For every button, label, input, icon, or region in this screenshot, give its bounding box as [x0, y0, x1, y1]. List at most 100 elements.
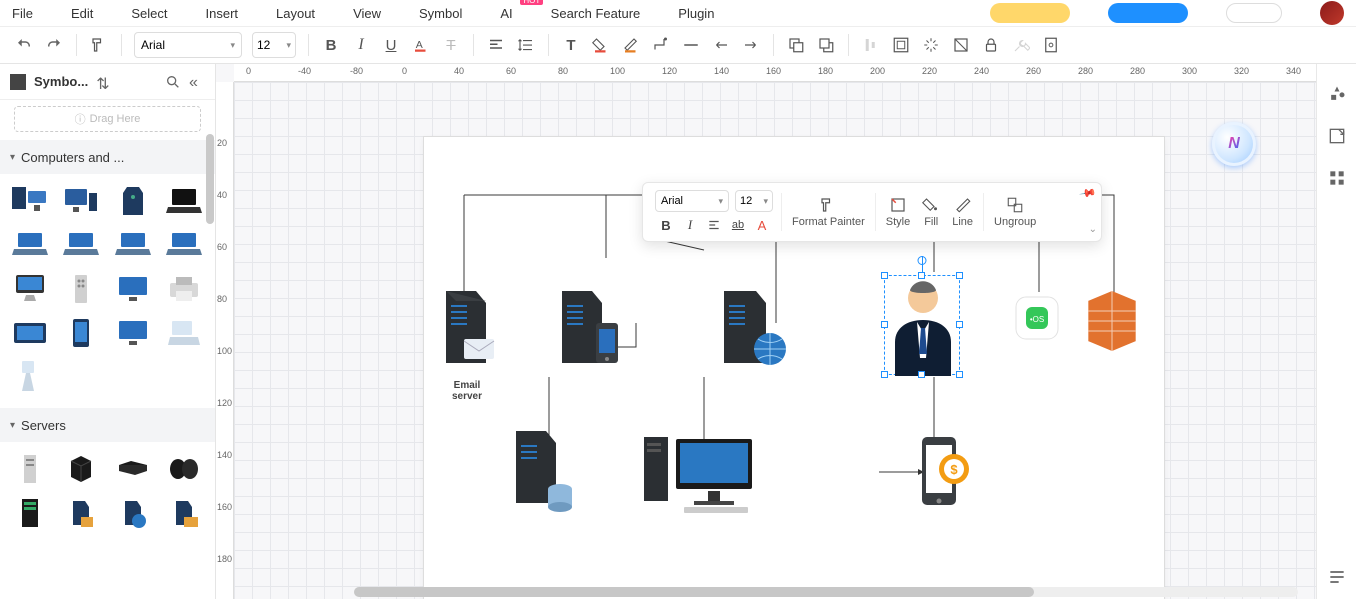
menu-file[interactable]: File [12, 6, 33, 21]
shape-monitor-2[interactable] [111, 314, 155, 352]
shape-workstation[interactable] [8, 182, 52, 220]
align-objects-icon[interactable] [861, 35, 881, 55]
menu-view[interactable]: View [353, 6, 381, 21]
text-tool-icon[interactable]: T [561, 35, 581, 55]
shape-tower[interactable] [111, 182, 155, 220]
arrow-end-icon[interactable] [741, 35, 761, 55]
extra-button[interactable] [1226, 3, 1282, 23]
arrow-start-icon[interactable] [711, 35, 731, 55]
sidebar-scrollbar[interactable] [206, 134, 214, 224]
menu-symbol[interactable]: Symbol [419, 6, 462, 21]
shape-laptop-2[interactable] [59, 226, 103, 264]
ctx-fill-icon[interactable] [922, 196, 940, 214]
apps-icon[interactable] [1327, 168, 1347, 188]
ctx-italic-icon[interactable]: I [681, 216, 699, 234]
category-servers[interactable]: ▾Servers [0, 408, 215, 442]
lock-icon[interactable] [981, 35, 1001, 55]
crop-icon[interactable] [951, 35, 971, 55]
page-setup-icon[interactable] [1041, 35, 1061, 55]
strike-icon[interactable]: T [441, 35, 461, 55]
node-email-server[interactable]: Email server [434, 287, 500, 402]
shape-printer[interactable] [162, 270, 206, 308]
line-spacing-icon[interactable] [516, 35, 536, 55]
node-businessman-selected[interactable] [884, 275, 960, 375]
shape-server-vr[interactable] [162, 450, 206, 488]
ctx-format-painter-icon[interactable] [819, 196, 837, 214]
expand-icon[interactable]: ⇅ [96, 74, 112, 90]
search-icon[interactable] [165, 74, 181, 90]
menu-search-feature[interactable]: Search Feature [551, 6, 641, 21]
shape-pos[interactable] [162, 314, 206, 352]
resize-handle-se[interactable] [956, 371, 963, 378]
share-button[interactable] [1108, 3, 1188, 23]
resize-handle-e[interactable] [956, 321, 963, 328]
resize-handle-s[interactable] [918, 371, 925, 378]
font-color-icon[interactable]: A [411, 35, 431, 55]
line-color-icon[interactable] [621, 35, 641, 55]
node-mobile-payment[interactable]: $ [914, 433, 970, 518]
underline-icon[interactable]: U [381, 35, 401, 55]
collapse-sidebar-icon[interactable]: « [189, 74, 205, 90]
send-back-icon[interactable] [816, 35, 836, 55]
shape-server-file[interactable] [59, 494, 103, 532]
export-icon[interactable] [1327, 126, 1347, 146]
redo-icon[interactable] [44, 35, 64, 55]
node-web-server[interactable] [714, 287, 790, 378]
shape-server-flat[interactable] [111, 450, 155, 488]
ctx-case-icon[interactable]: ab [729, 216, 747, 234]
shape-laptop-1[interactable] [8, 226, 52, 264]
font-family-select[interactable]: Arial▾ [134, 32, 242, 58]
fill-color-icon[interactable] [591, 35, 611, 55]
undo-icon[interactable] [14, 35, 34, 55]
category-computers[interactable]: ▾Computers and ... [0, 140, 215, 174]
shape-desktop[interactable] [59, 182, 103, 220]
shape-kiosk[interactable] [8, 358, 52, 396]
shape-monitor-1[interactable] [111, 270, 155, 308]
italic-icon[interactable]: I [351, 35, 371, 55]
ctx-align-icon[interactable] [705, 216, 723, 234]
user-avatar[interactable] [1320, 1, 1344, 25]
ctx-font-select[interactable]: Arial▾ [655, 190, 729, 212]
effects-icon[interactable] [921, 35, 941, 55]
menu-insert[interactable]: Insert [206, 6, 239, 21]
menu-ai[interactable]: AI [500, 6, 512, 21]
scrollbar-thumb[interactable] [354, 587, 1034, 597]
context-toolbar[interactable]: 📌 Arial▾ 12▾ B I ab A [642, 182, 1102, 242]
ctx-style-icon[interactable] [889, 196, 907, 214]
ctx-more-icon[interactable]: ⌄ [1089, 224, 1097, 235]
shape-server-web[interactable] [111, 494, 155, 532]
shape-laptop-4[interactable] [162, 226, 206, 264]
align-icon[interactable] [486, 35, 506, 55]
shape-server-tower[interactable] [8, 450, 52, 488]
theme-icon[interactable] [1327, 84, 1347, 104]
shape-imac[interactable] [8, 270, 52, 308]
ctx-line-icon[interactable] [954, 196, 972, 214]
drag-here-zone[interactable]: ⓘDrag Here [14, 106, 201, 132]
shape-server-rack[interactable] [8, 494, 52, 532]
resize-handle-w[interactable] [881, 321, 888, 328]
pin-icon[interactable]: 📌 [1079, 184, 1098, 203]
ctx-size-select[interactable]: 12▾ [735, 190, 773, 212]
font-size-select[interactable]: 12▾ [252, 32, 296, 58]
resize-handle-nw[interactable] [881, 272, 888, 279]
ctx-bold-icon[interactable]: B [657, 216, 675, 234]
shape-mac-pro[interactable] [59, 270, 103, 308]
menu-select[interactable]: Select [131, 6, 167, 21]
canvas[interactable]: 0-40-80040608010012014016018020022024026… [216, 64, 1316, 599]
node-app-box[interactable]: •OS [1014, 295, 1060, 346]
ai-assistant-badge[interactable]: N [1212, 122, 1256, 166]
tools-icon[interactable] [1011, 35, 1031, 55]
group-icon[interactable] [891, 35, 911, 55]
resize-handle-sw[interactable] [881, 371, 888, 378]
canvas-grid[interactable]: Email server [234, 82, 1316, 599]
node-firewall[interactable] [1084, 287, 1140, 358]
horizontal-scrollbar[interactable] [354, 587, 1298, 597]
node-db-server[interactable] [508, 427, 578, 522]
menu-plugin[interactable]: Plugin [678, 6, 714, 21]
ctx-font-color-icon[interactable]: A [753, 216, 771, 234]
menu-edit[interactable]: Edit [71, 6, 93, 21]
bold-icon[interactable]: B [321, 35, 341, 55]
menu-layout[interactable]: Layout [276, 6, 315, 21]
list-icon[interactable] [1327, 567, 1347, 587]
upgrade-button[interactable] [990, 3, 1070, 23]
